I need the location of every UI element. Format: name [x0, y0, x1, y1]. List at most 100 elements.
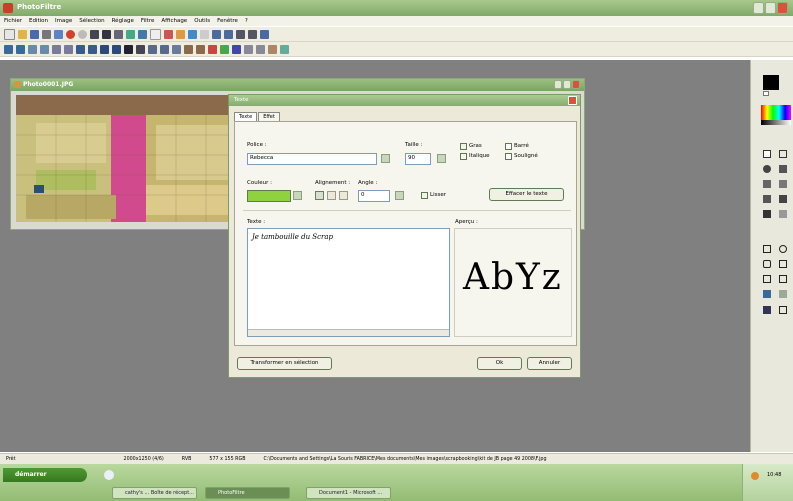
effacer-texte-button[interactable]: Effacer le texte [489, 188, 564, 201]
sharpen-icon[interactable] [160, 44, 169, 54]
textarea-scrollbar[interactable] [248, 329, 449, 336]
roundrect-shape-icon[interactable] [763, 260, 771, 268]
tray-icon[interactable] [751, 472, 759, 480]
filter2-icon[interactable] [196, 44, 205, 54]
fill-tool-icon[interactable] [763, 165, 771, 173]
save-icon[interactable] [30, 29, 39, 39]
saturation-plus-icon[interactable] [76, 44, 85, 54]
resize-icon[interactable] [126, 29, 135, 39]
contrast-minus-icon[interactable] [64, 44, 73, 54]
frame-icon[interactable] [188, 29, 197, 39]
transformer-selection-button[interactable]: Transformer en sélection [237, 357, 332, 370]
task-mail[interactable]: cathy's ... Boîte de récept... [112, 487, 197, 499]
grayscale-icon[interactable] [124, 44, 133, 54]
color-dropdown-button[interactable] [293, 191, 302, 200]
taille-dropdown-button[interactable] [437, 154, 446, 163]
quicklaunch-icon[interactable] [104, 470, 114, 480]
zoom-out-icon[interactable] [224, 29, 233, 39]
menu-image[interactable]: Image [55, 18, 72, 24]
blur-tool-icon[interactable] [779, 210, 787, 218]
plugin-icon[interactable] [268, 44, 277, 54]
eraser-tool-icon[interactable] [763, 195, 771, 203]
auto-contrast-icon[interactable] [16, 44, 25, 54]
lasso-shape-icon[interactable] [779, 275, 787, 283]
pencil-tool-icon[interactable] [779, 180, 787, 188]
batch-icon[interactable] [280, 44, 289, 54]
pattern-icon[interactable] [763, 306, 771, 314]
crop-icon[interactable] [114, 29, 123, 39]
start-button[interactable]: démarrer [3, 468, 87, 482]
flip-h-icon[interactable] [208, 44, 217, 54]
noise-icon[interactable] [172, 44, 181, 54]
brightness-plus-icon[interactable] [28, 44, 37, 54]
open-icon[interactable] [18, 29, 27, 39]
new-icon[interactable] [4, 28, 15, 40]
line-tool-icon[interactable] [779, 306, 787, 314]
task-word[interactable]: Document1 - Microsoft ... [306, 487, 391, 499]
magic-wand-icon[interactable] [763, 290, 771, 298]
menu-affichage[interactable]: Affichage [161, 18, 187, 24]
gras-checkbox[interactable] [460, 143, 467, 150]
menu-fichier[interactable]: Fichier [4, 18, 22, 24]
brush-tool-icon[interactable] [763, 180, 771, 188]
align-right-icon[interactable] [339, 191, 348, 200]
fit-window-icon[interactable] [236, 29, 245, 39]
texte-textarea[interactable]: Je tambouille du Scrap [247, 228, 450, 337]
minimize-button[interactable] [753, 2, 764, 14]
task-photofiltre[interactable]: PhotoFiltre [205, 487, 290, 499]
color-swatch[interactable] [247, 190, 291, 202]
layers-icon[interactable] [244, 44, 253, 54]
paste-icon[interactable] [102, 29, 111, 39]
barre-checkbox[interactable] [505, 143, 512, 150]
zoom-in-icon[interactable] [212, 29, 221, 39]
print-icon[interactable] [42, 29, 51, 39]
police-field[interactable]: Rebecca [247, 153, 377, 165]
menu-outils[interactable]: Outils [194, 18, 210, 24]
menu-edition[interactable]: Edition [29, 18, 48, 24]
menu-reglage[interactable]: Réglage [112, 18, 134, 24]
close-button[interactable] [777, 2, 788, 14]
saturation-minus-icon[interactable] [88, 44, 97, 54]
menu-filtre[interactable]: Filtre [141, 18, 155, 24]
foreground-color[interactable] [763, 75, 779, 90]
redo-icon[interactable] [78, 29, 87, 39]
picker-tool-icon[interactable] [779, 150, 787, 158]
contrast-plus-icon[interactable] [52, 44, 61, 54]
blur-icon[interactable] [148, 44, 157, 54]
actual-size-icon[interactable] [248, 29, 257, 39]
italique-checkbox[interactable] [460, 153, 467, 160]
image-canvas[interactable] [16, 95, 238, 222]
souligne-checkbox[interactable] [505, 153, 512, 160]
select-tool-icon[interactable] [763, 150, 771, 158]
fullscreen-icon[interactable] [260, 29, 269, 39]
triangle-shape-icon[interactable] [763, 275, 771, 283]
auto-level-icon[interactable] [4, 44, 13, 54]
maximize-button[interactable] [765, 2, 776, 14]
menu-selection[interactable]: Sélection [79, 18, 104, 24]
ok-button[interactable]: Ok [477, 357, 522, 370]
flip-v-icon[interactable] [220, 44, 229, 54]
copy-icon[interactable] [90, 29, 99, 39]
zoom-fit-icon[interactable] [200, 29, 209, 39]
scan-icon[interactable] [54, 29, 63, 39]
angle-spinner[interactable] [395, 191, 404, 200]
brightness-minus-icon[interactable] [40, 44, 49, 54]
mask-icon[interactable] [256, 44, 265, 54]
align-left-icon[interactable] [315, 191, 324, 200]
taille-field[interactable]: 90 [405, 153, 431, 165]
doc-close-button[interactable] [572, 80, 580, 89]
gamma-plus-icon[interactable] [100, 44, 109, 54]
smudge-tool-icon[interactable] [763, 210, 771, 218]
rotate-icon[interactable] [232, 44, 241, 54]
background-color[interactable] [763, 91, 769, 96]
sepia-icon[interactable] [136, 44, 145, 54]
gamma-minus-icon[interactable] [112, 44, 121, 54]
lisser-checkbox[interactable] [421, 192, 428, 199]
annuler-button[interactable]: Annuler [527, 357, 572, 370]
text-icon[interactable] [150, 28, 161, 40]
doc-minimize-button[interactable] [554, 80, 562, 89]
doc-maximize-button[interactable] [563, 80, 571, 89]
dialog-close-button[interactable] [568, 96, 577, 105]
angle-field[interactable]: 0 [358, 190, 390, 202]
gray-ramp[interactable] [761, 120, 791, 125]
